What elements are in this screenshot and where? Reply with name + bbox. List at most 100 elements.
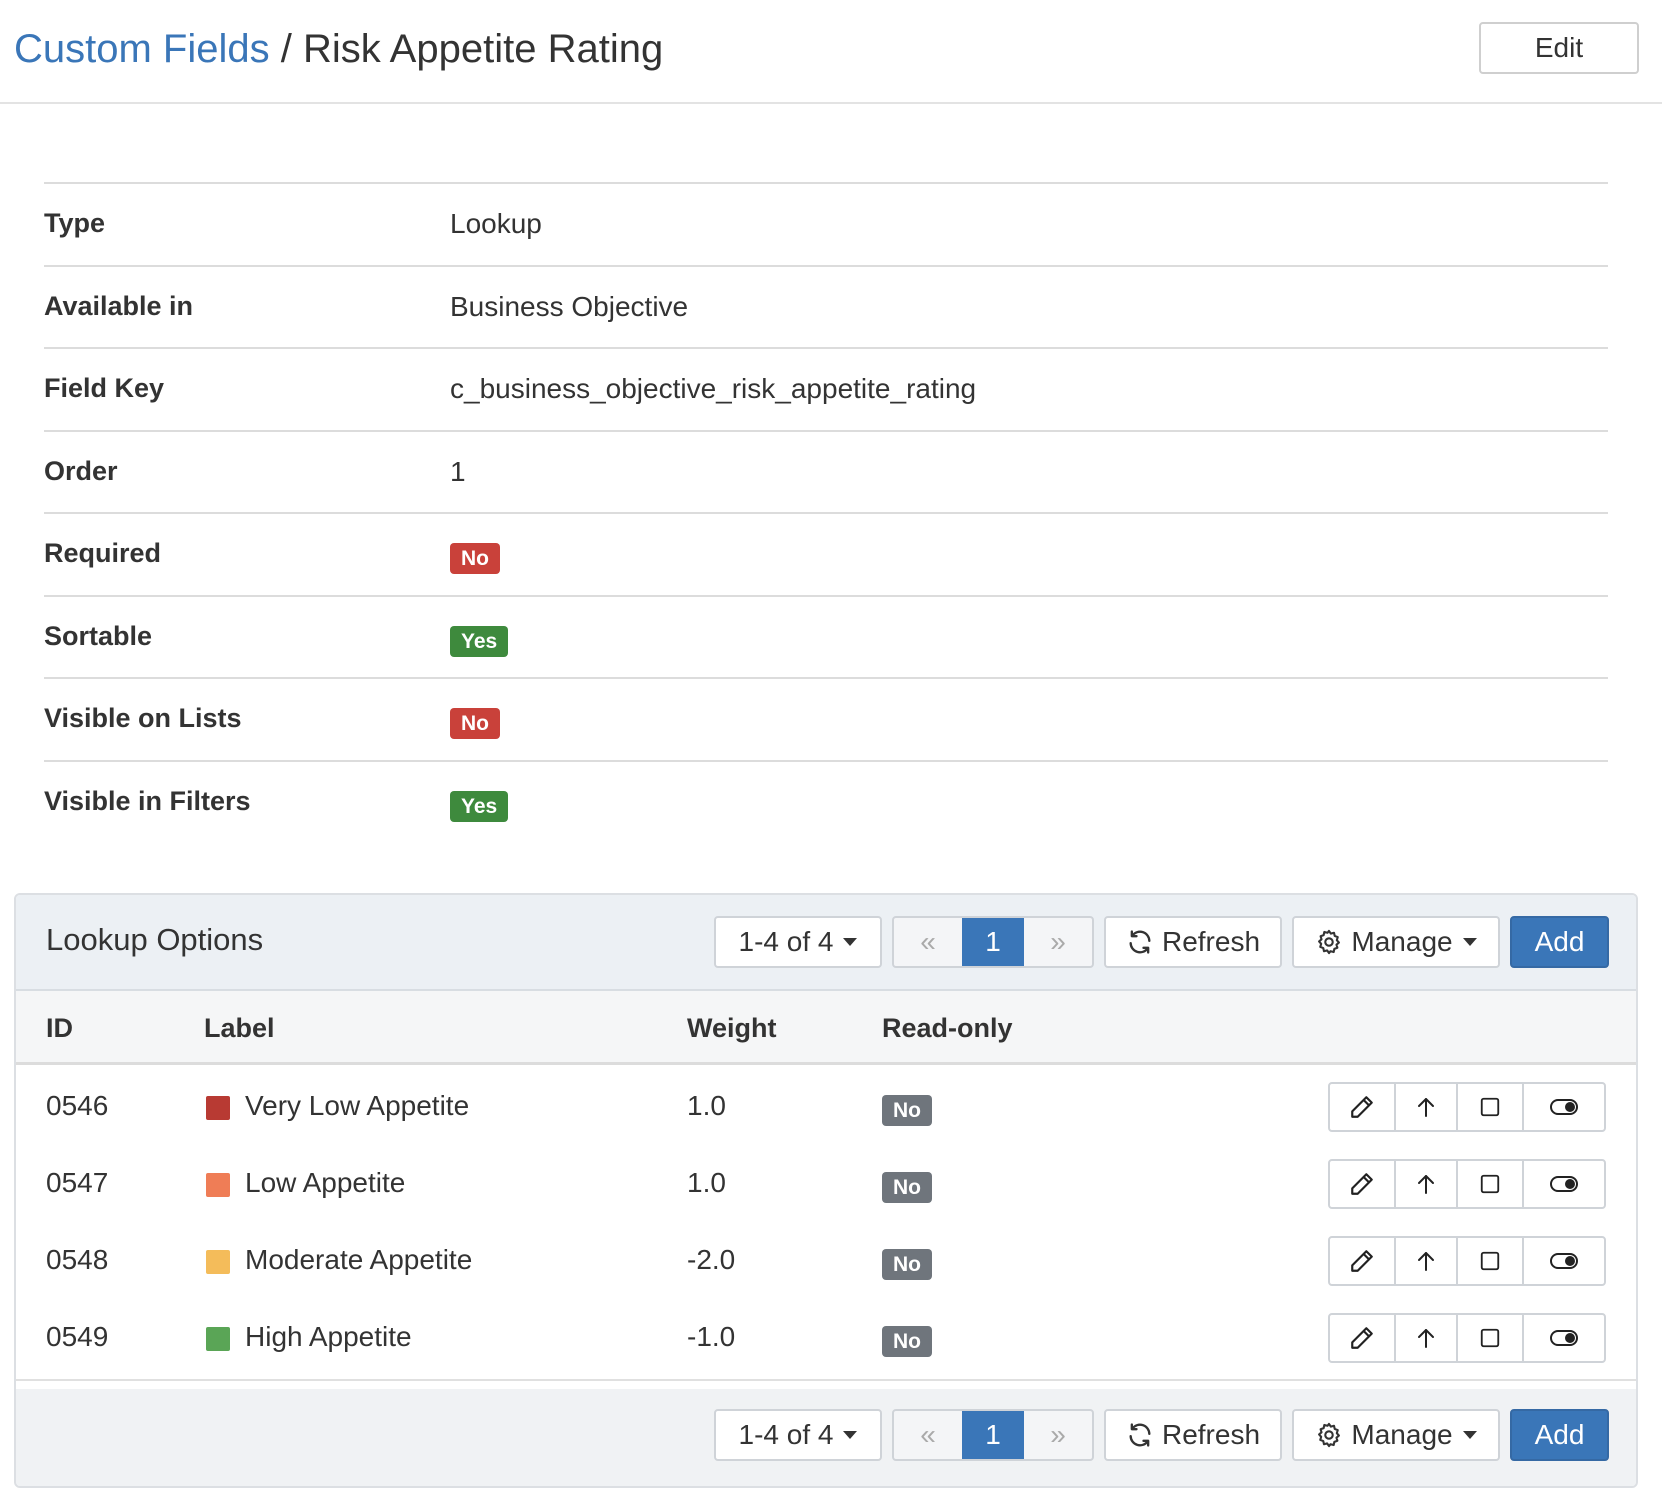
top-toolbar: 1-4 of 4 « 1 » Refresh Manage Add (16, 895, 1636, 989)
property-row-visible-on-lists: Visible on Lists No (44, 679, 1608, 762)
row-actions (1328, 1159, 1606, 1209)
select-row-button[interactable] (1458, 1084, 1524, 1130)
visible-on-lists-status-badge: No (450, 708, 500, 739)
pencil-icon (1351, 1250, 1373, 1272)
square-icon (1480, 1174, 1500, 1194)
property-value: No (450, 540, 500, 574)
toggle-visibility-button[interactable] (1524, 1315, 1604, 1361)
range-label: 1-4 of 4 (738, 926, 834, 957)
eye-toggle-icon (1550, 1176, 1578, 1192)
edit-row-button[interactable] (1330, 1084, 1396, 1130)
bottom-toolbar: 1-4 of 4 « 1 » Refresh Manage Add (16, 1389, 1636, 1486)
color-swatch (206, 1327, 230, 1351)
table-row: 0549 High Appetite -1.0 No (16, 1299, 1636, 1381)
property-label: Sortable (44, 620, 153, 651)
property-label: Order (44, 455, 118, 486)
arrow-up-icon (1418, 1098, 1434, 1117)
next-page-button[interactable]: » (1024, 1411, 1092, 1459)
column-header-id: ID (46, 1013, 73, 1043)
row-weight: -1.0 (687, 1321, 736, 1352)
row-id: 0548 (46, 1244, 109, 1275)
property-label: Required (44, 538, 162, 568)
read-only-badge: No (882, 1326, 932, 1357)
eye-toggle-icon (1550, 1253, 1578, 1269)
toggle-visibility-button[interactable] (1524, 1238, 1604, 1284)
toggle-visibility-button[interactable] (1524, 1161, 1604, 1207)
property-row-field-key: Field Key c_business_objective_risk_appe… (44, 349, 1608, 432)
row-actions (1328, 1313, 1606, 1363)
manage-label: Manage (1351, 1419, 1453, 1450)
row-label: Moderate Appetite (245, 1244, 473, 1275)
row-id: 0549 (46, 1321, 109, 1352)
row-id: 0546 (46, 1090, 109, 1121)
table-row: 0547 Low Appetite 1.0 No (16, 1145, 1636, 1227)
pencil-icon (1351, 1173, 1373, 1195)
pencil-icon (1351, 1096, 1373, 1118)
current-page-button[interactable]: 1 (962, 1411, 1024, 1459)
row-label: Very Low Appetite (245, 1090, 470, 1121)
first-page-button[interactable]: « (894, 918, 962, 966)
select-row-button[interactable] (1458, 1161, 1524, 1207)
row-read-only: No (882, 1092, 932, 1126)
property-value: No (450, 705, 500, 739)
row-weight: -2.0 (687, 1244, 736, 1275)
read-only-badge: No (882, 1172, 932, 1203)
visible-in-filters-status-badge: Yes (450, 790, 509, 822)
add-button[interactable]: Add (1510, 916, 1609, 968)
gear-icon (1315, 1421, 1343, 1449)
property-label: Visible on Lists (44, 703, 242, 733)
eye-toggle-icon (1550, 1099, 1578, 1115)
manage-dropdown-button[interactable]: Manage (1292, 916, 1500, 968)
refresh-button[interactable]: Refresh (1104, 1409, 1282, 1461)
row-read-only: No (882, 1323, 932, 1357)
edit-row-button[interactable] (1330, 1238, 1396, 1284)
manage-label: Manage (1351, 926, 1453, 957)
refresh-button[interactable]: Refresh (1104, 916, 1282, 968)
breadcrumb-separator: / (280, 27, 292, 71)
square-icon (1480, 1097, 1500, 1117)
range-dropdown-button[interactable]: 1-4 of 4 (714, 1409, 882, 1461)
eye-toggle-icon (1550, 1330, 1578, 1346)
current-page-button[interactable]: 1 (962, 918, 1024, 966)
table-row: 0548 Moderate Appetite -2.0 No (16, 1222, 1636, 1304)
edit-row-button[interactable] (1330, 1161, 1396, 1207)
add-button[interactable]: Add (1510, 1409, 1609, 1461)
range-label: 1-4 of 4 (738, 1419, 834, 1450)
next-page-button[interactable]: » (1024, 918, 1092, 966)
property-label: Type (44, 208, 106, 238)
property-row-required: Required No (44, 514, 1608, 597)
required-status-badge: No (450, 543, 500, 574)
edit-button[interactable]: Edit (1479, 22, 1639, 74)
move-up-button[interactable] (1396, 1315, 1458, 1361)
pagination: « 1 » (892, 1409, 1094, 1461)
row-read-only: No (882, 1169, 932, 1203)
first-page-button[interactable]: « (894, 1411, 962, 1459)
field-properties: Type Lookup Available in Business Object… (44, 182, 1608, 844)
range-dropdown-button[interactable]: 1-4 of 4 (714, 916, 882, 968)
property-label: Visible in Filters (44, 785, 251, 816)
move-up-button[interactable] (1396, 1238, 1458, 1284)
property-value: 1 (450, 455, 466, 487)
select-row-button[interactable] (1458, 1315, 1524, 1361)
breadcrumb-custom-fields-link[interactable]: Custom Fields (14, 27, 270, 71)
move-up-button[interactable] (1396, 1084, 1458, 1130)
select-row-button[interactable] (1458, 1238, 1524, 1284)
manage-dropdown-button[interactable]: Manage (1292, 1409, 1500, 1461)
row-label: High Appetite (245, 1321, 412, 1352)
color-swatch (206, 1096, 230, 1120)
move-up-button[interactable] (1396, 1161, 1458, 1207)
row-read-only: No (882, 1246, 932, 1280)
caret-down-icon (843, 1431, 858, 1439)
edit-row-button[interactable] (1330, 1315, 1396, 1361)
square-icon (1480, 1328, 1500, 1348)
square-icon (1480, 1251, 1500, 1271)
gear-icon (1315, 928, 1343, 956)
property-value: Business Objective (450, 290, 689, 322)
refresh-icon (1126, 928, 1154, 956)
refresh-label: Refresh (1161, 1419, 1261, 1450)
row-weight: 1.0 (687, 1090, 726, 1121)
column-header-weight: Weight (687, 1013, 777, 1043)
panel-footer: 1-4 of 4 « 1 » Refresh Manage Add (16, 1389, 1636, 1486)
toggle-visibility-button[interactable] (1524, 1084, 1604, 1130)
column-header-label: Label (204, 1013, 275, 1043)
